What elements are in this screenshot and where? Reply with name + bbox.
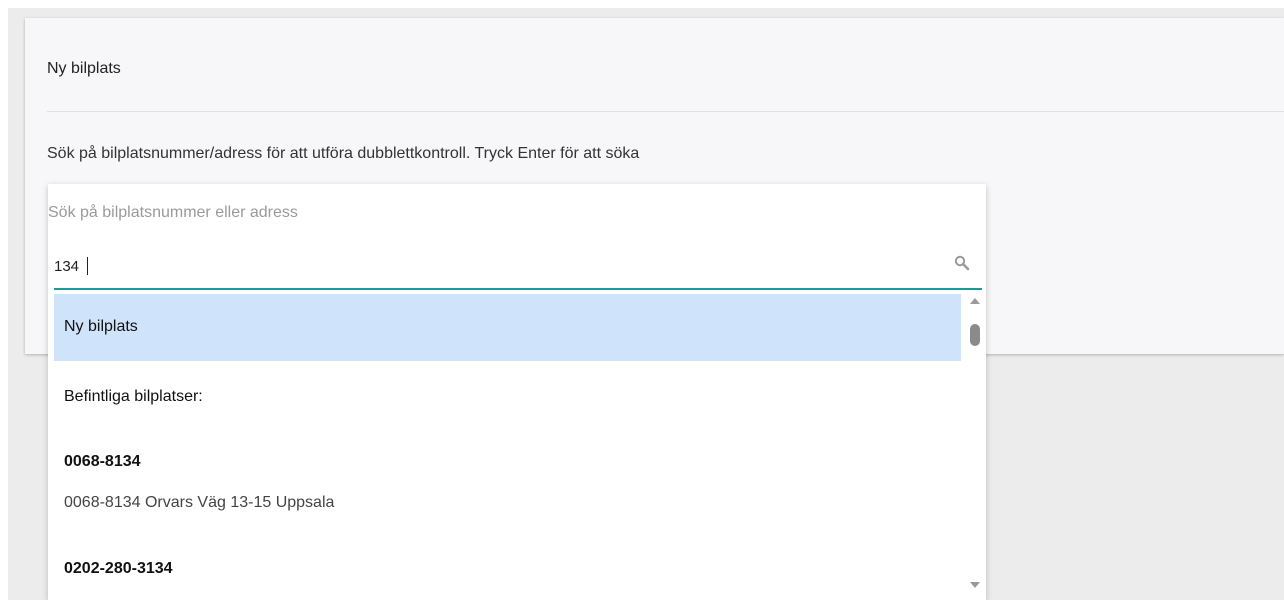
text-caret bbox=[87, 257, 88, 275]
option-new-parking[interactable]: Ny bilplats bbox=[54, 294, 961, 361]
search-input[interactable] bbox=[54, 252, 944, 280]
search-underline bbox=[54, 288, 982, 290]
scroll-down-arrow-icon[interactable] bbox=[970, 582, 980, 588]
top-strip bbox=[0, 0, 1284, 8]
search-icon[interactable] bbox=[954, 255, 970, 271]
result-id: 0068-8134 bbox=[64, 453, 141, 470]
dropdown-scrollbar[interactable] bbox=[966, 294, 986, 600]
result-address: 0068-8134 Orvars Väg 13-15 Uppsala bbox=[64, 494, 335, 511]
card-divider bbox=[47, 111, 1284, 112]
card-title: Ny bilplats bbox=[47, 60, 121, 77]
search-label: Sök på bilplatsnummer eller adress bbox=[48, 204, 298, 221]
existing-parking-header: Befintliga bilplatser: bbox=[64, 388, 203, 405]
option-new-parking-label: Ny bilplats bbox=[64, 318, 138, 335]
instruction-text: Sök på bilplatsnummer/adress för att utf… bbox=[47, 145, 640, 162]
autocomplete-dropdown: Ny bilplats Befintliga bilplatser: 0068-… bbox=[54, 294, 986, 600]
left-strip bbox=[0, 0, 8, 600]
scroll-thumb[interactable] bbox=[970, 324, 980, 346]
search-panel: Sök på bilplatsnummer eller adress Ny bi… bbox=[48, 184, 986, 600]
result-id: 0202-280-3134 bbox=[64, 560, 173, 577]
scroll-up-arrow-icon[interactable] bbox=[970, 298, 980, 304]
